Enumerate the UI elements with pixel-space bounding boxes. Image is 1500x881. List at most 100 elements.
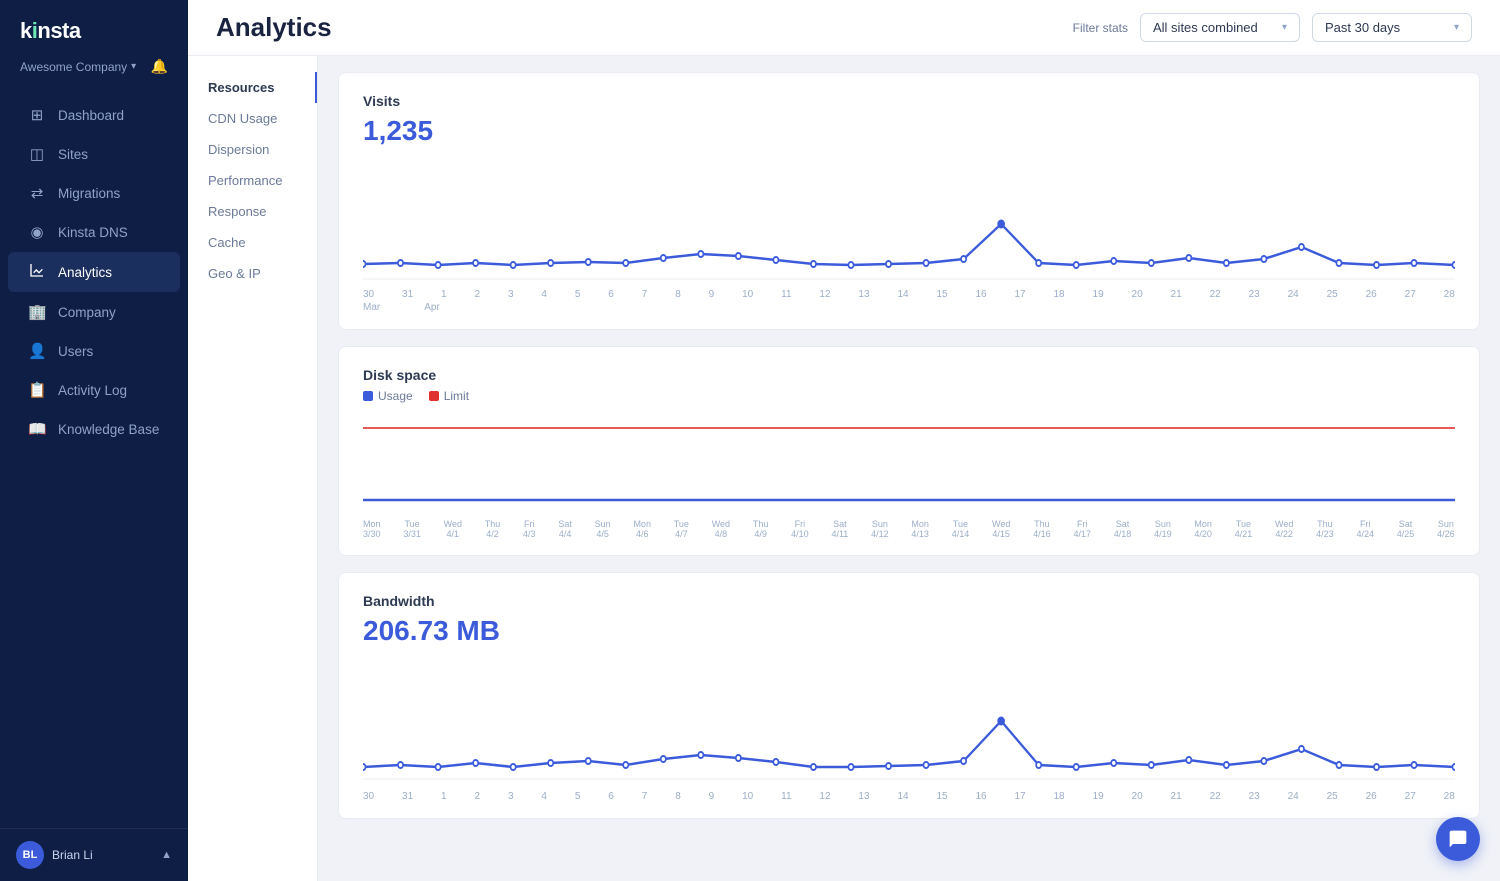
x-label-date: 14 xyxy=(897,289,908,300)
x-label-weekday: Fri4/17 xyxy=(1073,519,1091,539)
x-label-date: 2 xyxy=(474,791,480,802)
x-label-date: 15 xyxy=(936,791,947,802)
limit-legend-label: Limit xyxy=(444,389,469,403)
x-month-label: Mar xyxy=(363,302,380,313)
x-label-weekday: Fri4/3 xyxy=(523,519,536,539)
x-label-date: 11 xyxy=(781,791,791,802)
x-label-weekday: Tue4/7 xyxy=(674,519,689,539)
company-icon: 🏢 xyxy=(28,303,46,321)
x-label-date: 5 xyxy=(575,289,581,300)
x-label-date: 13 xyxy=(858,289,869,300)
x-label-date: 26 xyxy=(1366,791,1377,802)
main-content: Analytics Filter stats All sites combine… xyxy=(188,0,1500,881)
x-label-weekday: Wed4/1 xyxy=(444,519,462,539)
sub-nav-response[interactable]: Response xyxy=(188,196,317,227)
expand-icon[interactable]: ▲ xyxy=(161,849,172,861)
x-label-weekday: Thu4/16 xyxy=(1033,519,1051,539)
company-selector[interactable]: Awesome Company ▾ xyxy=(20,60,136,74)
x-label-date: 17 xyxy=(1014,289,1025,300)
x-label-weekday: Sat4/11 xyxy=(831,519,848,539)
sidebar-item-label: Activity Log xyxy=(58,383,127,398)
visits-title: Visits xyxy=(363,93,1455,109)
x-label-date: 21 xyxy=(1171,289,1182,300)
users-icon: 👤 xyxy=(28,342,46,360)
x-label-date: 7 xyxy=(642,791,648,802)
sub-nav-cache[interactable]: Cache xyxy=(188,227,317,258)
sub-nav-geo-ip[interactable]: Geo & IP xyxy=(188,258,317,289)
x-label-date: 11 xyxy=(781,289,791,300)
x-label-weekday: Sun4/5 xyxy=(595,519,611,539)
user-info[interactable]: BL Brian Li xyxy=(16,841,93,869)
x-label-date: 8 xyxy=(675,289,681,300)
usage-legend-item: Usage xyxy=(363,389,413,403)
sidebar-item-sites[interactable]: ◫ Sites xyxy=(8,135,180,173)
company-row: Awesome Company ▾ 🔔 xyxy=(0,54,188,91)
x-label-date: 16 xyxy=(975,289,986,300)
x-label-date: 9 xyxy=(709,791,715,802)
disk-space-title: Disk space xyxy=(363,367,1455,383)
sidebar-item-migrations[interactable]: ⇄ Migrations xyxy=(8,174,180,212)
time-filter-dropdown[interactable]: Past 30 days ▾ xyxy=(1312,13,1472,42)
sidebar-item-analytics[interactable]: Analytics xyxy=(8,252,180,292)
chat-button[interactable] xyxy=(1436,817,1480,861)
sidebar-item-users[interactable]: 👤 Users xyxy=(8,332,180,370)
x-label-weekday: Tue4/14 xyxy=(952,519,970,539)
x-label-weekday: Wed4/22 xyxy=(1275,519,1293,539)
x-label-date: 26 xyxy=(1366,289,1377,300)
x-label-date: 17 xyxy=(1014,791,1025,802)
sidebar-item-activity-log[interactable]: 📋 Activity Log xyxy=(8,371,180,409)
x-label-date: 24 xyxy=(1288,791,1299,802)
sidebar-item-label: Company xyxy=(58,305,116,320)
charts-area: Visits 1,235 xyxy=(318,56,1500,881)
sub-nav-dispersion[interactable]: Dispersion xyxy=(188,134,317,165)
x-label-date: 25 xyxy=(1327,791,1338,802)
sub-nav-resources[interactable]: Resources xyxy=(188,72,317,103)
x-label-date: 19 xyxy=(1093,791,1104,802)
x-label-date: 23 xyxy=(1249,289,1260,300)
bandwidth-title: Bandwidth xyxy=(363,593,1455,609)
sidebar-item-label: Knowledge Base xyxy=(58,422,159,437)
sidebar-item-kinsta-dns[interactable]: ◉ Kinsta DNS xyxy=(8,213,180,251)
x-label-weekday: Fri4/10 xyxy=(791,519,809,539)
x-label-date: 22 xyxy=(1210,289,1221,300)
filter-label: Filter stats xyxy=(1073,21,1128,35)
bandwidth-value: 206.73 MB xyxy=(363,615,1455,647)
migrations-icon: ⇄ xyxy=(28,184,46,202)
x-label-date: 30 xyxy=(363,289,374,300)
sidebar-item-label: Sites xyxy=(58,147,88,162)
x-label-date: 19 xyxy=(1093,289,1104,300)
x-label-date: 31 xyxy=(402,791,413,802)
x-label-date: 6 xyxy=(608,791,614,802)
notification-bell-icon[interactable]: 🔔 xyxy=(151,58,168,75)
x-label-date: 12 xyxy=(819,791,830,802)
x-label-weekday: Wed4/15 xyxy=(992,519,1010,539)
sub-nav-cdn-usage[interactable]: CDN Usage xyxy=(188,103,317,134)
x-label-date: 4 xyxy=(541,289,547,300)
page-title: Analytics xyxy=(216,12,332,43)
x-label-date: 12 xyxy=(819,289,830,300)
sidebar-footer: BL Brian Li ▲ xyxy=(0,828,188,881)
sidebar-item-dashboard[interactable]: ⊞ Dashboard xyxy=(8,96,180,134)
disk-space-chart-card: Disk space Usage Limit xyxy=(338,346,1480,556)
x-label-weekday: Mon4/20 xyxy=(1194,519,1212,539)
sidebar-item-label: Analytics xyxy=(58,265,112,280)
sites-icon: ◫ xyxy=(28,145,46,163)
x-label-weekday: Thu4/9 xyxy=(753,519,769,539)
site-filter-dropdown[interactable]: All sites combined ▾ xyxy=(1140,13,1300,42)
sidebar-item-knowledge-base[interactable]: 📖 Knowledge Base xyxy=(8,410,180,448)
visits-chart-card: Visits 1,235 xyxy=(338,72,1480,330)
x-label-date: 2 xyxy=(474,289,480,300)
x-label-date: 3 xyxy=(508,791,514,802)
x-label-date: 14 xyxy=(897,791,908,802)
sidebar-item-company[interactable]: 🏢 Company xyxy=(8,293,180,331)
activity-log-icon: 📋 xyxy=(28,381,46,399)
sub-nav-performance[interactable]: Performance xyxy=(188,165,317,196)
bandwidth-chart xyxy=(363,659,1455,789)
x-label-date: 21 xyxy=(1171,791,1182,802)
x-label-date: 23 xyxy=(1249,791,1260,802)
sidebar-item-label: Users xyxy=(58,344,93,359)
x-label-weekday: Tue3/31 xyxy=(403,519,421,539)
x-label-weekday: Mon4/13 xyxy=(911,519,929,539)
disk-limit-line xyxy=(363,427,1455,429)
usage-legend-label: Usage xyxy=(378,389,413,403)
